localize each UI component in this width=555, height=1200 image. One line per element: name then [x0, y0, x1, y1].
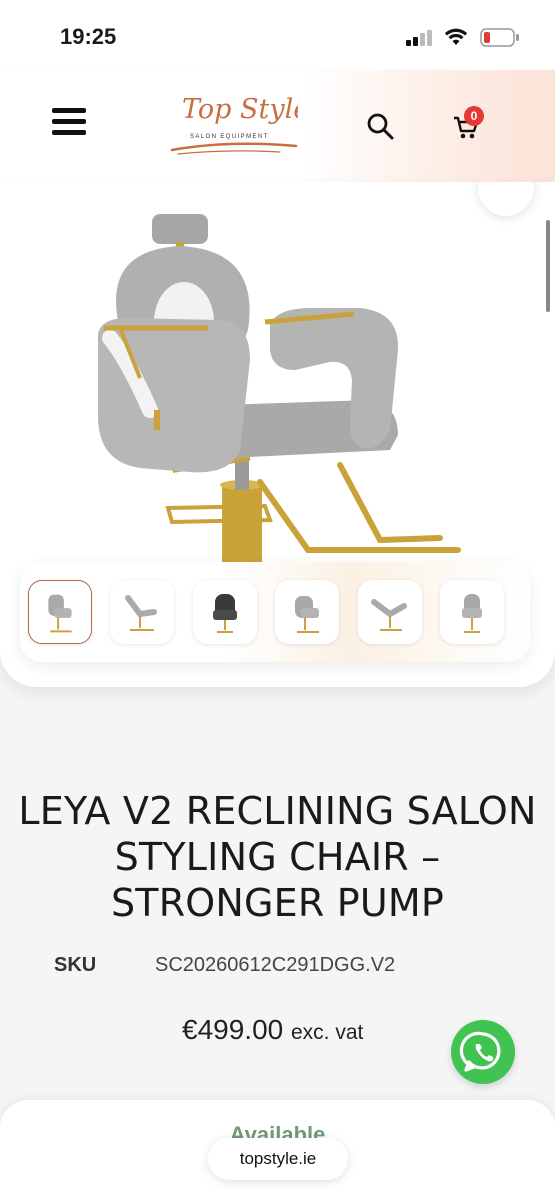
product-gallery[interactable] — [0, 182, 555, 687]
page-scrollbar[interactable] — [546, 220, 550, 312]
thumbnail-6[interactable] — [440, 580, 504, 644]
wifi-icon — [444, 28, 468, 45]
whatsapp-chat-button[interactable] — [451, 1020, 515, 1084]
status-bar: 19:25 — [0, 0, 555, 70]
sku-label: SKU — [54, 954, 97, 976]
thumbnail-5[interactable] — [358, 580, 422, 644]
cart-count-badge: 0 — [464, 106, 484, 126]
battery-low-icon — [480, 28, 519, 47]
sku-value: SC20260612C291DGG.V2 — [155, 954, 396, 976]
thumbnail-2[interactable] — [110, 580, 174, 644]
cellular-signal-icon — [406, 30, 432, 46]
svg-text:Top Style: Top Style — [182, 94, 298, 125]
product-image-salon-chair[interactable] — [80, 210, 480, 570]
site-header: Top Style SALON EQUIPMENT 0 — [0, 70, 555, 182]
search-icon[interactable] — [366, 112, 394, 140]
product-price: €499.00 exc. vat — [182, 1014, 363, 1046]
thumbnail-1[interactable] — [28, 580, 92, 644]
thumbnail-strip[interactable] — [20, 562, 530, 662]
zoom-button[interactable] — [478, 182, 534, 216]
price-suffix: exc. vat — [291, 1021, 364, 1044]
thumbnail-3[interactable] — [193, 580, 257, 644]
whatsapp-icon — [459, 1031, 501, 1072]
price-amount: €499.00 — [182, 1014, 284, 1045]
svg-text:SALON EQUIPMENT: SALON EQUIPMENT — [190, 134, 269, 140]
status-time: 19:25 — [60, 24, 117, 49]
hamburger-icon[interactable] — [52, 108, 86, 136]
browser-url-pill[interactable]: topstyle.ie — [208, 1138, 348, 1180]
top-style-logo[interactable]: Top Style SALON EQUIPMENT — [168, 80, 298, 170]
product-title: LEYA V2 RECLINING SALON STYLING CHAIR – … — [18, 789, 537, 925]
thumbnail-4[interactable] — [275, 580, 339, 644]
